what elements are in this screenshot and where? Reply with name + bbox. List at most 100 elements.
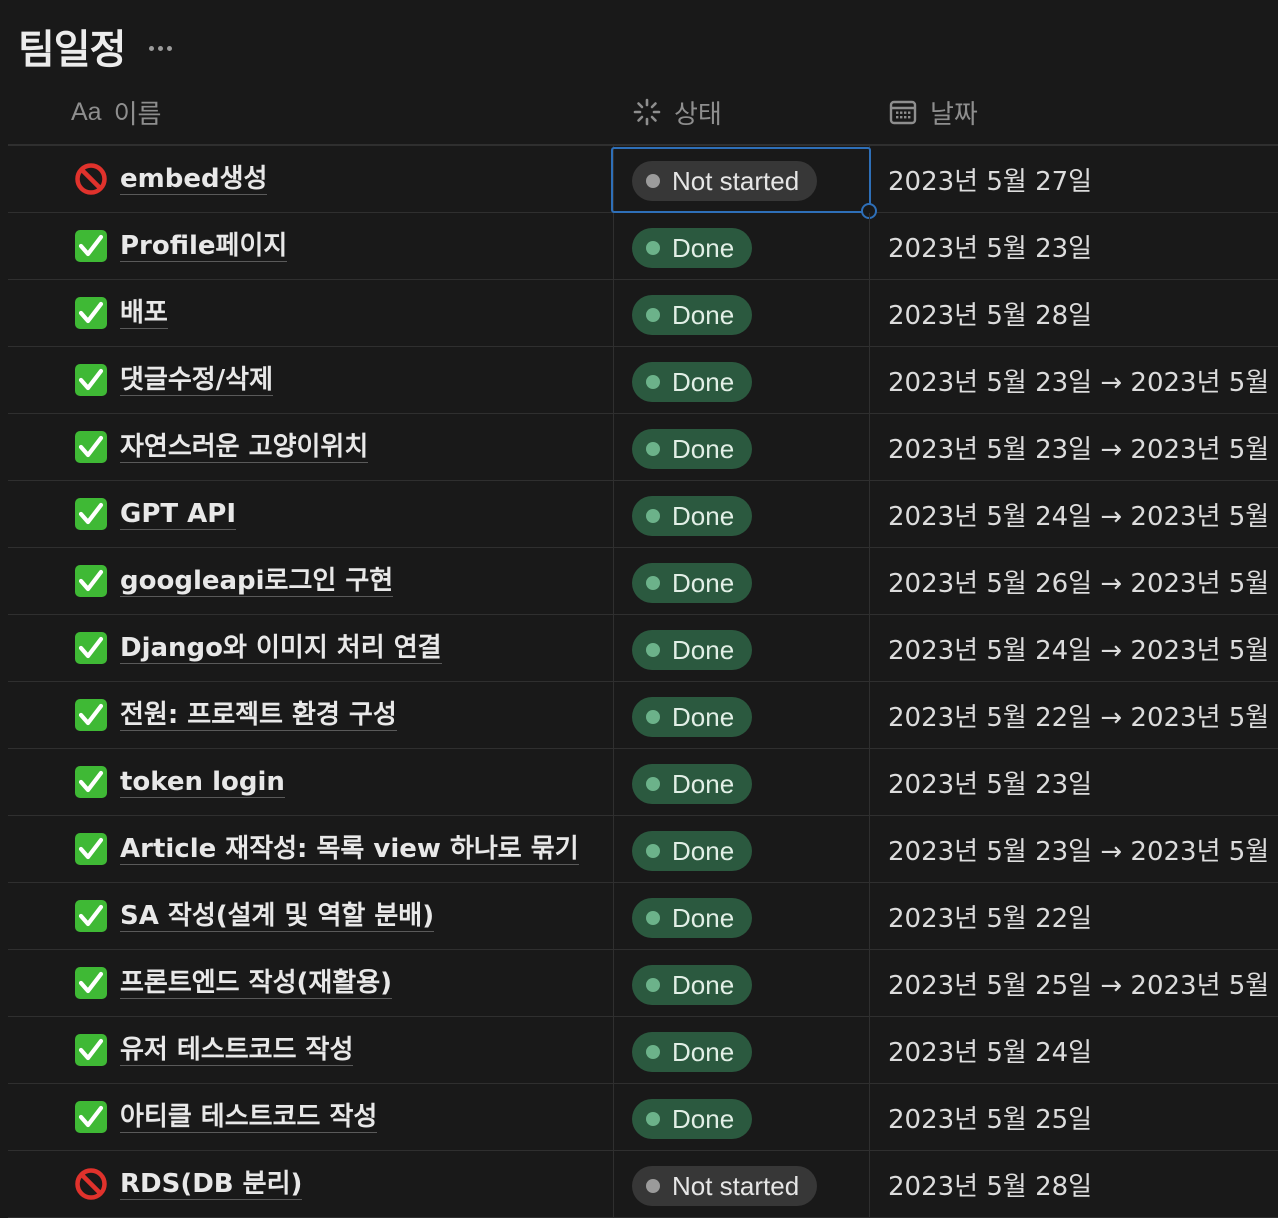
table-row[interactable]: embed생성 Not started 2023년 5월 27일 <box>8 146 1278 219</box>
check-mark-button-icon[interactable] <box>74 966 108 1000</box>
table-row[interactable]: 유저 테스트코드 작성 Done 2023년 5월 24일 <box>8 1017 1278 1084</box>
status-cell[interactable]: Not started <box>611 146 877 219</box>
date-cell[interactable]: 2023년 5월 25일 → 2023년 5월 <box>870 950 1278 1016</box>
check-mark-button-icon[interactable] <box>74 430 108 464</box>
table-row[interactable]: 배포 Done 2023년 5월 28일 <box>8 280 1278 347</box>
prohibited-icon[interactable] <box>74 162 108 196</box>
name-cell[interactable]: 아티클 테스트코드 작성 <box>8 1084 614 1150</box>
check-mark-button-icon[interactable] <box>74 832 108 866</box>
status-badge[interactable]: Done <box>632 429 753 469</box>
table-row[interactable]: 전원: 프로젝트 환경 구성 Done 2023년 5월 22일 → 2023년 5… <box>8 682 1278 749</box>
table-row[interactable]: Profile페이지 Done 2023년 5월 23일 <box>8 213 1278 280</box>
status-cell[interactable]: Done <box>614 1084 870 1150</box>
column-header-name[interactable]: Aa 이름 <box>8 80 614 144</box>
check-mark-button-icon[interactable] <box>74 631 108 665</box>
status-badge[interactable]: Done <box>632 1099 753 1139</box>
date-cell[interactable]: 2023년 5월 22일 <box>870 883 1278 949</box>
row-title-link[interactable]: 아티클 테스트코드 작성 <box>120 1102 378 1133</box>
row-title-link[interactable]: token login <box>120 767 285 798</box>
date-cell[interactable]: 2023년 5월 28일 <box>870 1151 1278 1217</box>
name-cell[interactable]: googleapi로그인 구현 <box>8 548 614 614</box>
name-cell[interactable]: 유저 테스트코드 작성 <box>8 1017 614 1083</box>
status-badge[interactable]: Done <box>632 898 753 938</box>
name-cell[interactable]: GPT API <box>8 481 614 547</box>
date-cell[interactable]: 2023년 5월 25일 <box>870 1084 1278 1150</box>
name-cell[interactable]: Django와 이미지 처리 연결 <box>8 615 614 681</box>
check-mark-button-icon[interactable] <box>74 899 108 933</box>
name-cell[interactable]: SA 작성(설계 및 역할 분배) <box>8 883 614 949</box>
status-badge[interactable]: Done <box>632 697 753 737</box>
status-badge[interactable]: Done <box>632 1032 753 1072</box>
status-cell[interactable]: Done <box>614 749 870 815</box>
row-title-link[interactable]: Django와 이미지 처리 연결 <box>120 633 442 664</box>
status-cell[interactable]: Not started <box>614 1151 870 1217</box>
status-cell[interactable]: Done <box>614 682 870 748</box>
status-cell[interactable]: Done <box>614 615 870 681</box>
status-cell[interactable]: Done <box>614 950 870 1016</box>
row-title-link[interactable]: 전원: 프로젝트 환경 구성 <box>120 700 397 731</box>
row-title-link[interactable]: RDS(DB 분리) <box>120 1169 303 1200</box>
name-cell[interactable]: 자연스러운 고양이위치 <box>8 414 614 480</box>
row-title-link[interactable]: embed생성 <box>120 164 268 195</box>
check-mark-button-icon[interactable] <box>74 1033 108 1067</box>
status-cell[interactable]: Done <box>614 280 870 346</box>
row-title-link[interactable]: 프론트엔드 작성(재활용) <box>120 968 393 999</box>
name-cell[interactable]: 프론트엔드 작성(재활용) <box>8 950 614 1016</box>
date-cell[interactable]: 2023년 5월 27일 <box>870 146 1278 212</box>
name-cell[interactable]: 전원: 프로젝트 환경 구성 <box>8 682 614 748</box>
status-cell[interactable]: Done <box>614 816 870 882</box>
date-cell[interactable]: 2023년 5월 24일 → 2023년 5월 <box>870 481 1278 547</box>
table-row[interactable]: 자연스러운 고양이위치 Done 2023년 5월 23일 → 2023년 5월 <box>8 414 1278 481</box>
more-options-icon[interactable] <box>147 42 174 55</box>
name-cell[interactable]: RDS(DB 분리) <box>8 1151 614 1217</box>
name-cell[interactable]: embed생성 <box>8 146 614 212</box>
check-mark-button-icon[interactable] <box>74 229 108 263</box>
status-badge[interactable]: Done <box>632 630 753 670</box>
check-mark-button-icon[interactable] <box>74 765 108 799</box>
row-title-link[interactable]: SA 작성(설계 및 역할 분배) <box>120 901 435 932</box>
status-badge[interactable]: Not started <box>632 1166 818 1206</box>
check-mark-button-icon[interactable] <box>74 1100 108 1134</box>
date-cell[interactable]: 2023년 5월 22일 → 2023년 5월 <box>870 682 1278 748</box>
status-cell[interactable]: Done <box>614 1017 870 1083</box>
row-title-link[interactable]: Article 재작성: 목록 view 하나로 묶기 <box>120 834 579 865</box>
row-title-link[interactable]: 배포 <box>120 298 168 329</box>
date-cell[interactable]: 2023년 5월 23일 <box>870 749 1278 815</box>
date-cell[interactable]: 2023년 5월 24일 → 2023년 5월 <box>870 615 1278 681</box>
table-row[interactable]: 프론트엔드 작성(재활용) Done 2023년 5월 25일 → 2023년 5월 <box>8 950 1278 1017</box>
page-title[interactable]: 팀일정 <box>18 17 126 75</box>
table-row[interactable]: GPT API Done 2023년 5월 24일 → 2023년 5월 <box>8 481 1278 548</box>
check-mark-button-icon[interactable] <box>74 564 108 598</box>
date-cell[interactable]: 2023년 5월 24일 <box>870 1017 1278 1083</box>
prohibited-icon[interactable] <box>74 1167 108 1201</box>
status-cell[interactable]: Done <box>614 481 870 547</box>
table-row[interactable]: token login Done 2023년 5월 23일 <box>8 749 1278 816</box>
status-badge[interactable]: Done <box>632 228 753 268</box>
status-badge[interactable]: Done <box>632 965 753 1005</box>
status-cell[interactable]: Done <box>614 548 870 614</box>
status-badge[interactable]: Done <box>632 764 753 804</box>
status-badge[interactable]: Done <box>632 831 753 871</box>
status-badge[interactable]: Done <box>632 563 753 603</box>
status-badge[interactable]: Not started <box>632 161 818 201</box>
name-cell[interactable]: token login <box>8 749 614 815</box>
check-mark-button-icon[interactable] <box>74 497 108 531</box>
row-title-link[interactable]: Profile페이지 <box>120 231 288 262</box>
date-cell[interactable]: 2023년 5월 23일 <box>870 213 1278 279</box>
name-cell[interactable]: Profile페이지 <box>8 213 614 279</box>
row-title-link[interactable]: 댓글수정/삭제 <box>120 365 274 396</box>
table-row[interactable]: Django와 이미지 처리 연결 Done 2023년 5월 24일 → 2023… <box>8 615 1278 682</box>
name-cell[interactable]: Article 재작성: 목록 view 하나로 묶기 <box>8 816 614 882</box>
status-badge[interactable]: Done <box>632 295 753 335</box>
name-cell[interactable]: 댓글수정/삭제 <box>8 347 614 413</box>
column-header-date[interactable]: 날짜 <box>870 80 1278 144</box>
date-cell[interactable]: 2023년 5월 26일 → 2023년 5월 <box>870 548 1278 614</box>
name-cell[interactable]: 배포 <box>8 280 614 346</box>
check-mark-button-icon[interactable] <box>74 698 108 732</box>
status-cell[interactable]: Done <box>614 213 870 279</box>
date-cell[interactable]: 2023년 5월 23일 → 2023년 5월 <box>870 816 1278 882</box>
row-title-link[interactable]: 유저 테스트코드 작성 <box>120 1035 354 1066</box>
row-title-link[interactable]: GPT API <box>120 499 237 530</box>
table-row[interactable]: googleapi로그인 구현 Done 2023년 5월 26일 → 2023년 … <box>8 548 1278 615</box>
status-badge[interactable]: Done <box>632 496 753 536</box>
